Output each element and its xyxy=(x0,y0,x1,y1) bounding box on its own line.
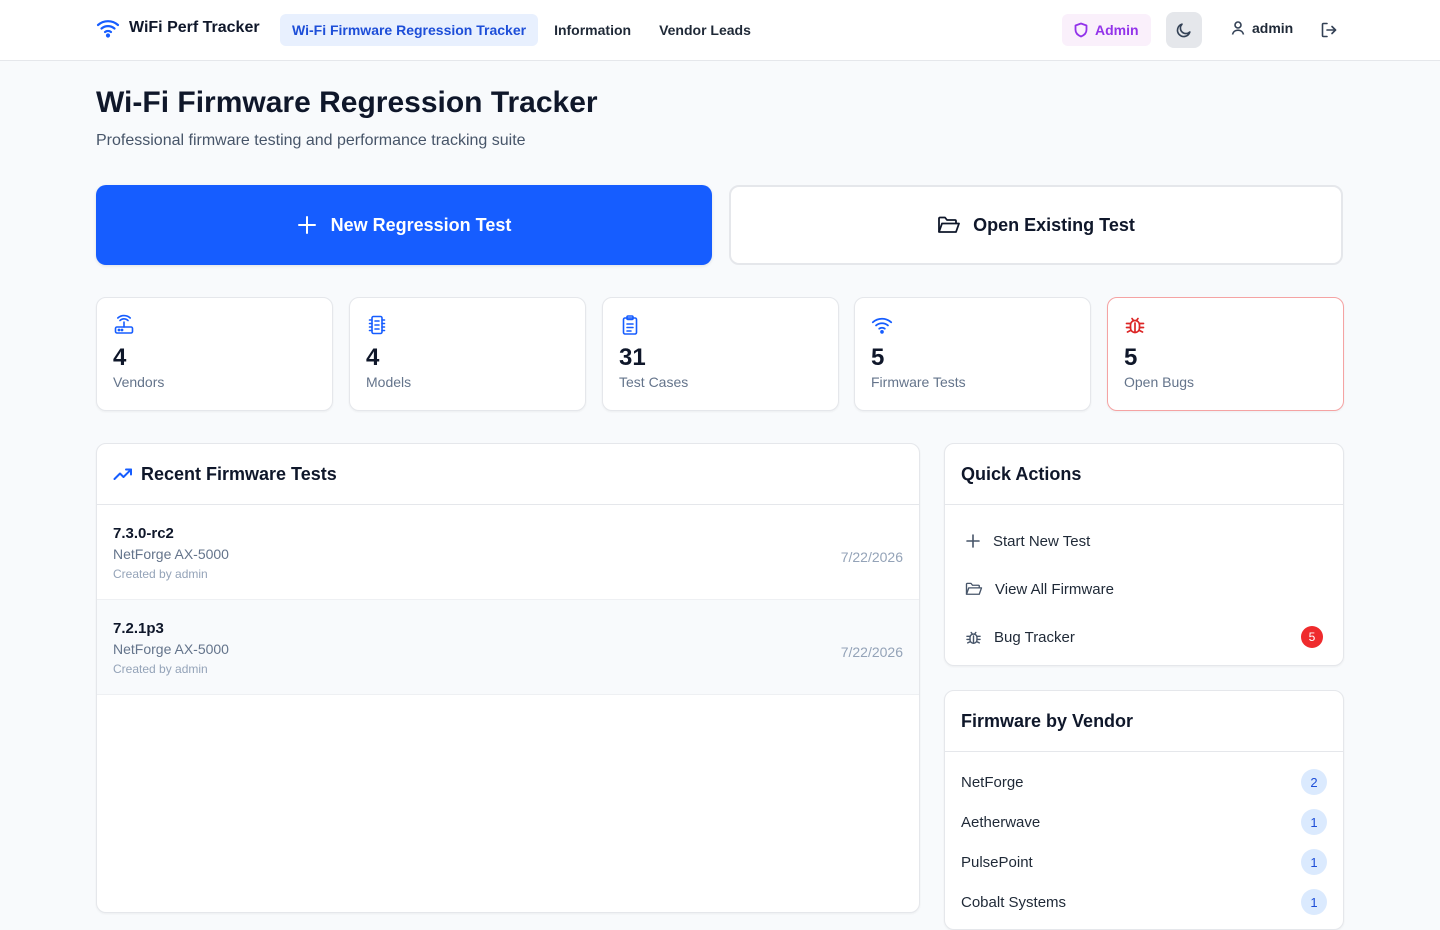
test-date: 7/22/2026 xyxy=(840,549,903,565)
panel-title: Quick Actions xyxy=(961,463,1082,484)
device-model: NetForge AX-5000 xyxy=(113,641,229,657)
user-icon xyxy=(1231,21,1245,35)
bug-count-badge: 5 xyxy=(1301,626,1323,648)
router-icon xyxy=(114,314,134,334)
wifi-icon xyxy=(96,20,120,38)
panel-title: Recent Firmware Tests xyxy=(141,463,337,484)
stat-value: 5 xyxy=(871,344,885,371)
chip-icon xyxy=(368,315,386,335)
panel-title: Firmware by Vendor xyxy=(961,710,1134,731)
bug-icon xyxy=(966,631,981,644)
moon-icon xyxy=(1176,23,1191,38)
logout-icon xyxy=(1321,22,1337,38)
new-regression-test-button[interactable]: New Regression Test xyxy=(96,185,712,265)
trending-up-icon xyxy=(113,468,132,480)
test-date: 7/22/2026 xyxy=(840,644,903,660)
folder-open-icon xyxy=(938,216,961,233)
wifi-icon xyxy=(871,317,893,334)
open-existing-test-button[interactable]: Open Existing Test xyxy=(729,185,1343,265)
quick-action-view-all-firmware[interactable]: View All Firmware xyxy=(961,565,1327,613)
nav-item-vendor-leads[interactable]: Vendor Leads xyxy=(647,14,763,46)
stat-value: 4 xyxy=(113,344,127,371)
stat-label: Models xyxy=(366,374,412,390)
vendor-name: Cobalt Systems xyxy=(961,893,1067,911)
brand[interactable]: WiFi Perf Tracker xyxy=(96,18,260,38)
new-test-label: New Regression Test xyxy=(330,214,512,235)
device-model: NetForge AX-5000 xyxy=(113,546,229,562)
main-nav: Wi-Fi Firmware Regression Tracker Inform… xyxy=(280,14,763,46)
firmware-version: 7.3.0-rc2 xyxy=(113,525,174,542)
quick-action-start-new-test[interactable]: Start New Test xyxy=(961,517,1327,565)
quick-action-label: View All Firmware xyxy=(995,580,1114,598)
vendor-count-badge: 2 xyxy=(1301,769,1327,795)
stat-label: Vendors xyxy=(113,374,165,390)
vendor-count-badge: 1 xyxy=(1301,849,1327,875)
folder-open-icon xyxy=(965,582,983,595)
panel-header: Firmware by Vendor xyxy=(945,691,1343,752)
stat-label: Test Cases xyxy=(619,374,689,390)
user-menu[interactable]: admin xyxy=(1230,20,1293,36)
list-item[interactable]: NetForge 2 xyxy=(961,762,1327,802)
list-item[interactable]: PulsePoint 1 xyxy=(961,842,1327,882)
vendor-name: NetForge xyxy=(961,773,1024,791)
stat-value: 5 xyxy=(1124,344,1138,371)
admin-label: Admin xyxy=(1095,22,1139,38)
created-by: Created by admin xyxy=(113,662,208,676)
stat-card-firmware-tests[interactable]: 5 Firmware Tests xyxy=(854,297,1091,411)
admin-badge: Admin xyxy=(1062,14,1151,46)
quick-action-label: Start New Test xyxy=(993,532,1091,550)
logout-button[interactable] xyxy=(1320,21,1338,44)
stat-value: 4 xyxy=(366,344,380,371)
theme-toggle-button[interactable] xyxy=(1166,12,1202,48)
page-title: Wi-Fi Firmware Regression Tracker xyxy=(96,86,598,119)
plus-icon xyxy=(966,534,980,548)
shield-icon xyxy=(1074,22,1088,38)
stat-label: Open Bugs xyxy=(1124,374,1195,390)
vendor-count-badge: 1 xyxy=(1301,889,1327,915)
username: admin xyxy=(1252,20,1294,36)
list-item[interactable]: Cobalt Systems 1 xyxy=(961,882,1327,922)
quick-action-bug-tracker[interactable]: Bug Tracker 5 xyxy=(961,613,1327,661)
open-test-label: Open Existing Test xyxy=(973,214,1135,235)
quick-actions-panel: Quick Actions Start New Test View All Fi… xyxy=(944,443,1344,666)
table-row[interactable]: 7.2.1p3 NetForge AX-5000 Created by admi… xyxy=(97,600,919,695)
stat-card-open-bugs[interactable]: 5 Open Bugs xyxy=(1107,297,1344,411)
vendor-name: Aetherwave xyxy=(961,813,1041,831)
stat-card-vendors[interactable]: 4 Vendors xyxy=(96,297,333,411)
firmware-by-vendor-panel: Firmware by Vendor NetForge 2 Aetherwave… xyxy=(944,690,1344,930)
nav-item-regression-tracker[interactable]: Wi-Fi Firmware Regression Tracker xyxy=(280,14,539,46)
firmware-version: 7.2.1p3 xyxy=(113,620,164,637)
quick-action-label: Bug Tracker xyxy=(994,628,1075,646)
vendor-name: PulsePoint xyxy=(961,853,1033,871)
stat-card-test-cases[interactable]: 31 Test Cases xyxy=(602,297,839,411)
stat-value: 31 xyxy=(619,344,646,371)
clipboard-icon xyxy=(622,315,638,335)
list-item[interactable]: Aetherwave 1 xyxy=(961,802,1327,842)
stat-label: Firmware Tests xyxy=(871,374,966,390)
top-bar: WiFi Perf Tracker Wi-Fi Firmware Regress… xyxy=(0,0,1440,61)
panel-header: Recent Firmware Tests xyxy=(97,444,919,505)
table-row[interactable]: 7.3.0-rc2 NetForge AX-5000 Created by ad… xyxy=(97,505,919,600)
panel-header: Quick Actions xyxy=(945,444,1343,505)
page-subtitle: Professional firmware testing and perfor… xyxy=(96,132,526,149)
stat-card-models[interactable]: 4 Models xyxy=(349,297,586,411)
brand-name: WiFi Perf Tracker xyxy=(129,19,260,36)
bug-icon xyxy=(1125,317,1145,334)
vendor-count-badge: 1 xyxy=(1301,809,1327,835)
plus-icon xyxy=(297,216,316,234)
recent-firmware-tests-panel: Recent Firmware Tests 7.3.0-rc2 NetForge… xyxy=(96,443,920,913)
nav-item-information[interactable]: Information xyxy=(542,14,643,46)
created-by: Created by admin xyxy=(113,567,208,581)
